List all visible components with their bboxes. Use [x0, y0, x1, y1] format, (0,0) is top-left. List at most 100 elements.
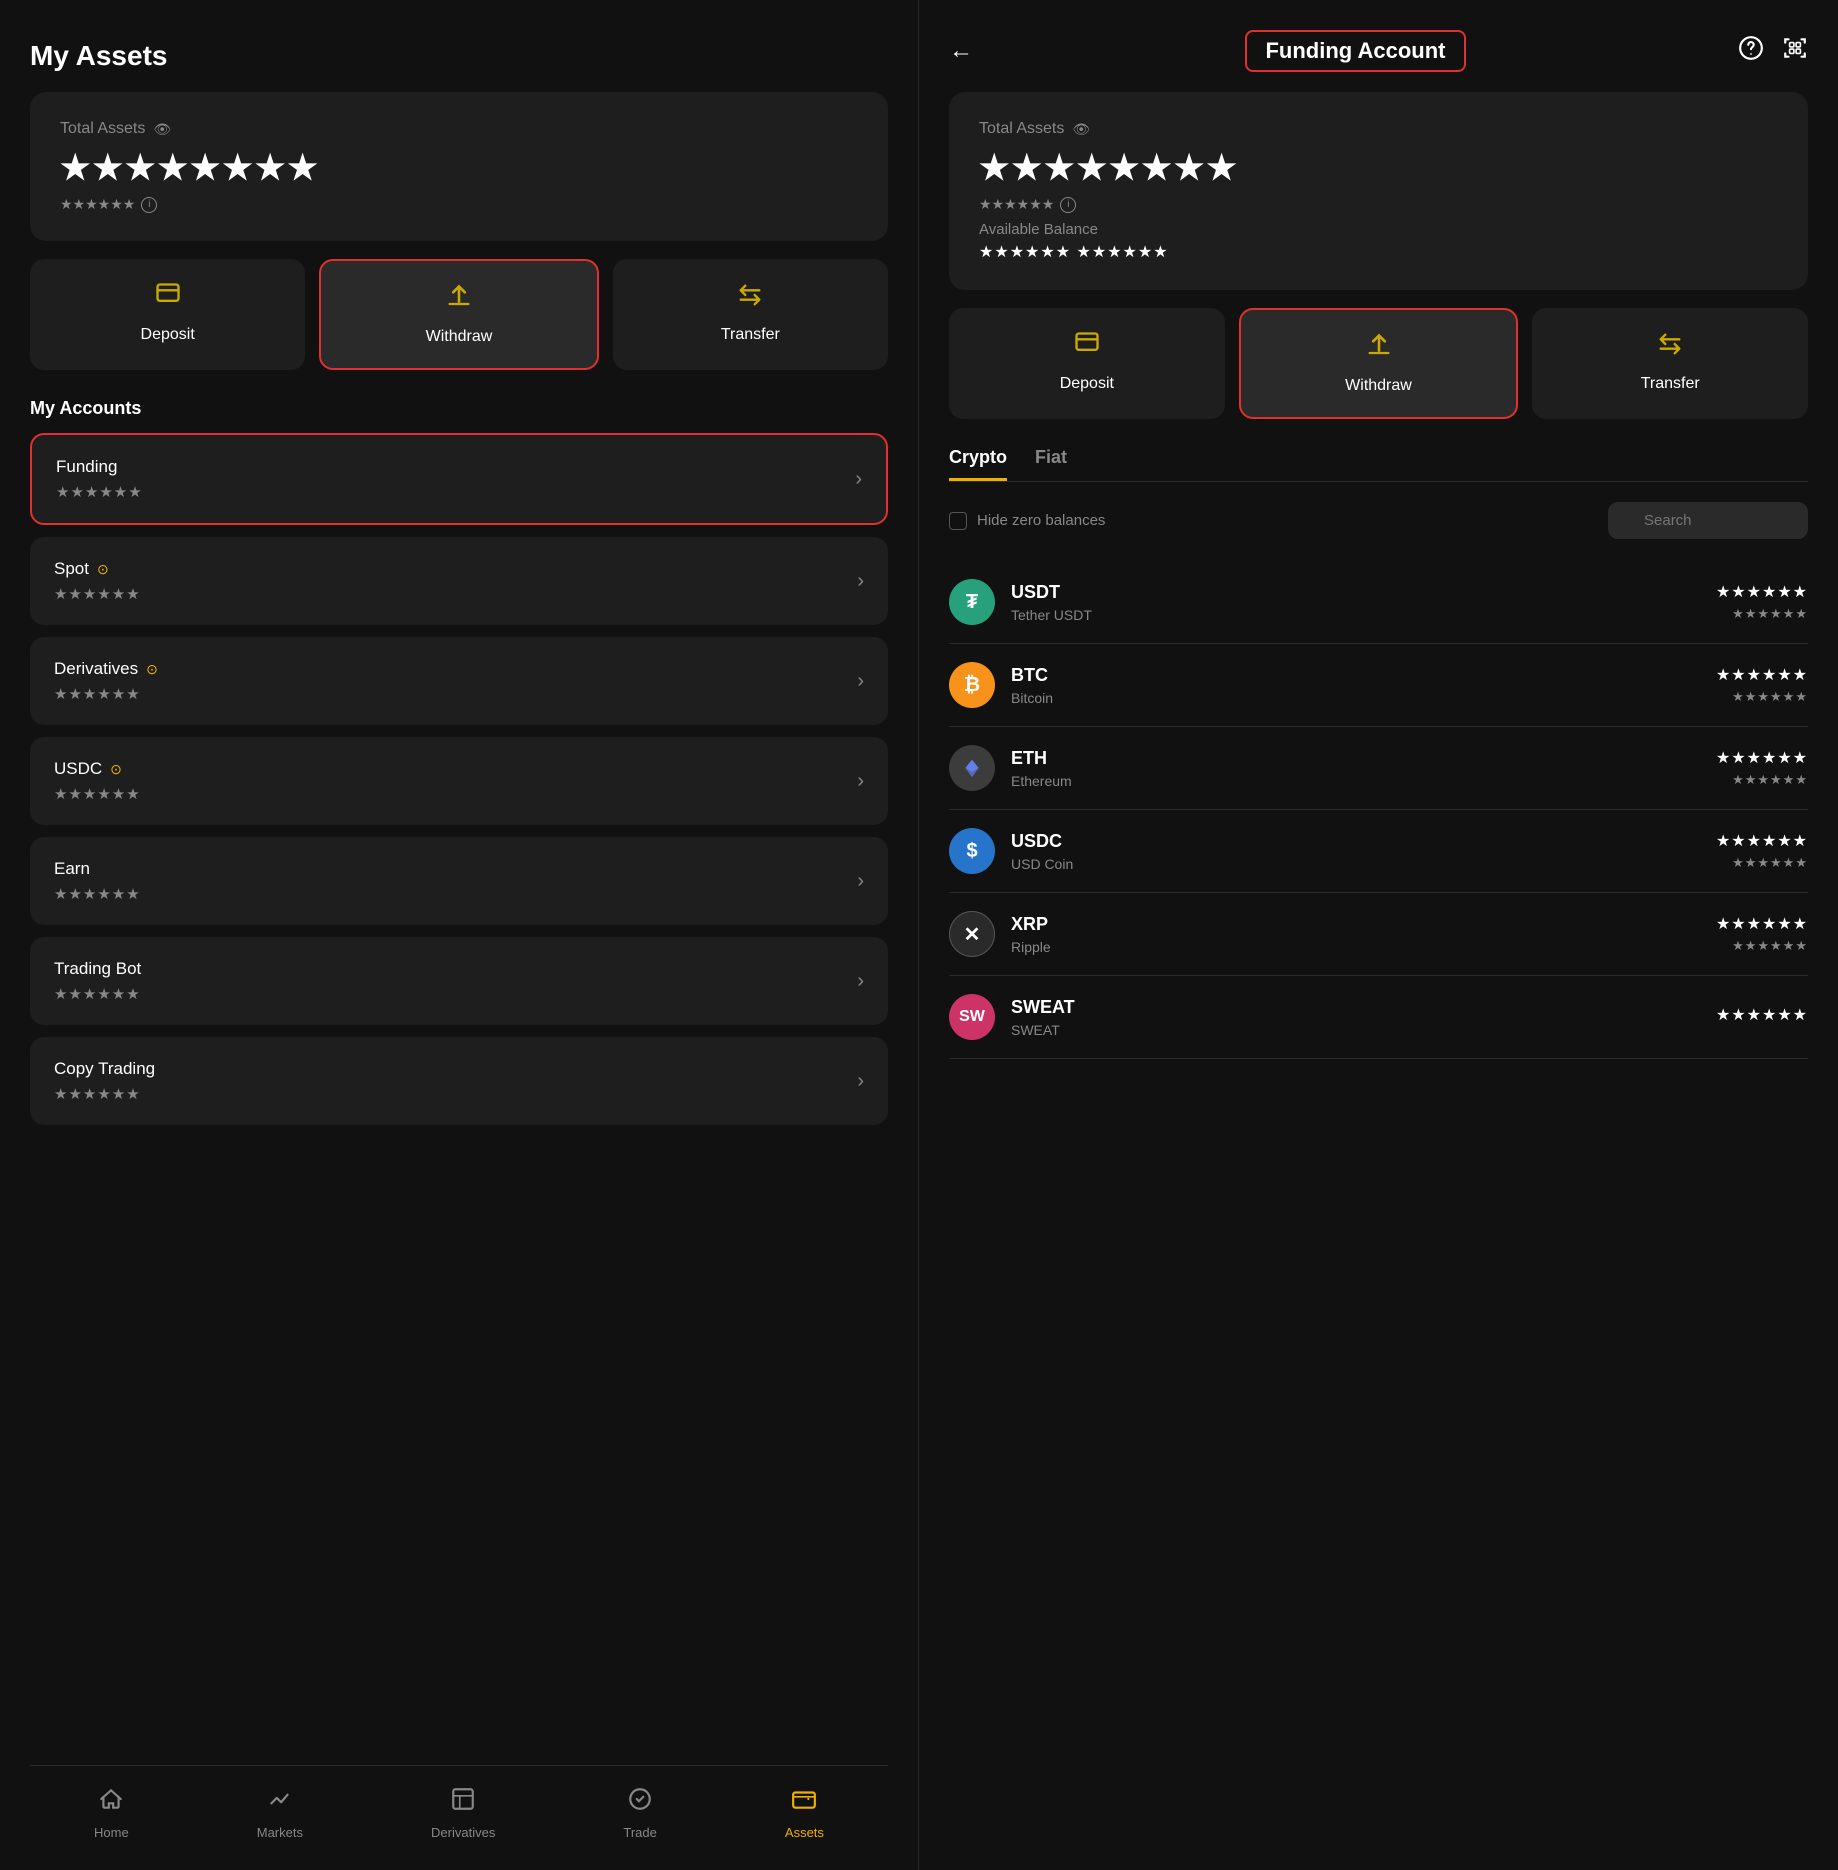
left-info-icon[interactable]: i [141, 197, 157, 213]
right-transfer-icon [1656, 330, 1684, 365]
back-button[interactable]: ← [949, 37, 973, 65]
derivatives-icon [450, 1786, 476, 1819]
xrp-amount: ★★★★★★ [1716, 914, 1808, 934]
funding-account-title: Funding Account [1245, 30, 1465, 72]
usdt-logo: ₮ [949, 579, 995, 625]
right-withdraw-button[interactable]: Withdraw [1239, 308, 1519, 419]
usdc-amount: ★★★★★★ [1716, 831, 1808, 851]
account-item-funding[interactable]: Funding ★★★★★★ › [30, 433, 888, 525]
eth-name: Ethereum [1011, 773, 1072, 789]
nav-home[interactable]: Home [94, 1786, 129, 1840]
search-wrapper [1608, 502, 1808, 539]
xrp-logo: ✕ [949, 911, 995, 957]
header-icons [1738, 35, 1808, 67]
usdc-name-right: USD Coin [1011, 856, 1073, 872]
crypto-item-sweat[interactable]: SW SWEAT SWEAT ★★★★★★ [949, 976, 1808, 1059]
funding-arrow: › [855, 468, 862, 491]
right-deposit-label: Deposit [1060, 375, 1114, 393]
nav-trade[interactable]: Trade [623, 1786, 656, 1840]
xrp-symbol: XRP [1011, 914, 1051, 935]
scan-button[interactable] [1782, 35, 1808, 67]
earn-arrow: › [857, 870, 864, 893]
left-eye-icon[interactable]: 👁 [153, 121, 171, 138]
crypto-item-xrp[interactable]: ✕ XRP Ripple ★★★★★★ ★★★★★★ [949, 893, 1808, 976]
right-transfer-button[interactable]: Transfer [1532, 308, 1808, 419]
sweat-logo: SW [949, 994, 995, 1040]
withdraw-icon [445, 283, 473, 318]
nav-derivatives-label: Derivatives [431, 1825, 495, 1840]
nav-assets-label: Assets [785, 1825, 824, 1840]
earn-stars: ★★★★★★ [54, 885, 141, 903]
hide-zero-checkbox[interactable] [949, 512, 967, 530]
left-transfer-button[interactable]: Transfer [613, 259, 888, 370]
account-item-spot[interactable]: Spot ⊙ ★★★★★★ › [30, 537, 888, 625]
usdt-name: Tether USDT [1011, 607, 1092, 623]
home-icon [98, 1786, 124, 1819]
derivatives-name: Derivatives ⊙ [54, 659, 158, 679]
tab-crypto[interactable]: Crypto [949, 447, 1007, 481]
crypto-item-usdc[interactable]: $ USDC USD Coin ★★★★★★ ★★★★★★ [949, 810, 1808, 893]
account-item-usdc[interactable]: USDC ⊙ ★★★★★★ › [30, 737, 888, 825]
left-deposit-label: Deposit [141, 326, 195, 344]
spot-arrow: › [857, 570, 864, 593]
search-input[interactable] [1608, 502, 1808, 539]
nav-markets-label: Markets [257, 1825, 303, 1840]
account-item-trading-bot[interactable]: Trading Bot ★★★★★★ › [30, 937, 888, 1025]
left-deposit-button[interactable]: Deposit [30, 259, 305, 370]
right-withdraw-label: Withdraw [1345, 377, 1412, 395]
transfer-icon [736, 281, 764, 316]
crypto-item-btc[interactable]: ₿ BTC Bitcoin ★★★★★★ ★★★★★★ [949, 644, 1808, 727]
trade-icon [627, 1786, 653, 1819]
usdc-arrow: › [857, 770, 864, 793]
right-header: ← Funding Account [949, 20, 1808, 72]
crypto-fiat-tabs: Crypto Fiat [949, 447, 1808, 482]
help-button[interactable] [1738, 35, 1764, 67]
hide-zero-label: Hide zero balances [977, 512, 1105, 529]
available-stars: ★★★★★★ ★★★★★★ [979, 242, 1778, 262]
right-panel: ← Funding Account [919, 0, 1838, 1870]
funding-name: Funding [56, 457, 143, 477]
spot-badge: ⊙ [97, 561, 109, 578]
spot-name: Spot ⊙ [54, 559, 141, 579]
crypto-item-eth[interactable]: ETH Ethereum ★★★★★★ ★★★★★★ [949, 727, 1808, 810]
crypto-list: ₮ USDT Tether USDT ★★★★★★ ★★★★★★ ₿ BTC B… [949, 561, 1808, 1059]
nav-trade-label: Trade [623, 1825, 656, 1840]
account-item-derivatives[interactable]: Derivatives ⊙ ★★★★★★ › [30, 637, 888, 725]
nav-markets[interactable]: Markets [257, 1786, 303, 1840]
markets-icon [267, 1786, 293, 1819]
nav-derivatives[interactable]: Derivatives [431, 1786, 495, 1840]
usdt-sub: ★★★★★★ [1732, 606, 1808, 622]
trading-bot-stars: ★★★★★★ [54, 985, 141, 1003]
nav-assets[interactable]: Assets [785, 1786, 824, 1840]
right-assets-sub: ★★★★★★ i [979, 196, 1778, 213]
right-deposit-button[interactable]: Deposit [949, 308, 1225, 419]
eth-sub: ★★★★★★ [1732, 772, 1808, 788]
right-info-icon[interactable]: i [1060, 197, 1076, 213]
available-balance-label: Available Balance [979, 221, 1778, 238]
right-eye-icon[interactable]: 👁 [1072, 121, 1090, 138]
account-item-copy-trading[interactable]: Copy Trading ★★★★★★ › [30, 1037, 888, 1125]
btc-logo: ₿ [949, 662, 995, 708]
eth-symbol: ETH [1011, 748, 1072, 769]
derivatives-arrow: › [857, 670, 864, 693]
crypto-item-usdt[interactable]: ₮ USDT Tether USDT ★★★★★★ ★★★★★★ [949, 561, 1808, 644]
xrp-name: Ripple [1011, 939, 1051, 955]
right-deposit-icon [1073, 330, 1101, 365]
account-item-earn[interactable]: Earn ★★★★★★ › [30, 837, 888, 925]
earn-name: Earn [54, 859, 141, 879]
btc-amount: ★★★★★★ [1716, 665, 1808, 685]
left-transfer-label: Transfer [721, 326, 780, 344]
page-title: My Assets [30, 40, 888, 72]
tab-fiat[interactable]: Fiat [1035, 447, 1067, 481]
copy-trading-arrow: › [857, 1070, 864, 1093]
funding-stars: ★★★★★★ [56, 483, 143, 501]
usdc-logo: $ [949, 828, 995, 874]
usdc-badge: ⊙ [110, 761, 122, 778]
left-withdraw-button[interactable]: Withdraw [319, 259, 598, 370]
btc-sub: ★★★★★★ [1732, 689, 1808, 705]
trading-bot-arrow: › [857, 970, 864, 993]
sweat-symbol: SWEAT [1011, 997, 1075, 1018]
usdc-account-name: USDC ⊙ [54, 759, 141, 779]
eth-logo [949, 745, 995, 791]
xrp-sub: ★★★★★★ [1732, 938, 1808, 954]
